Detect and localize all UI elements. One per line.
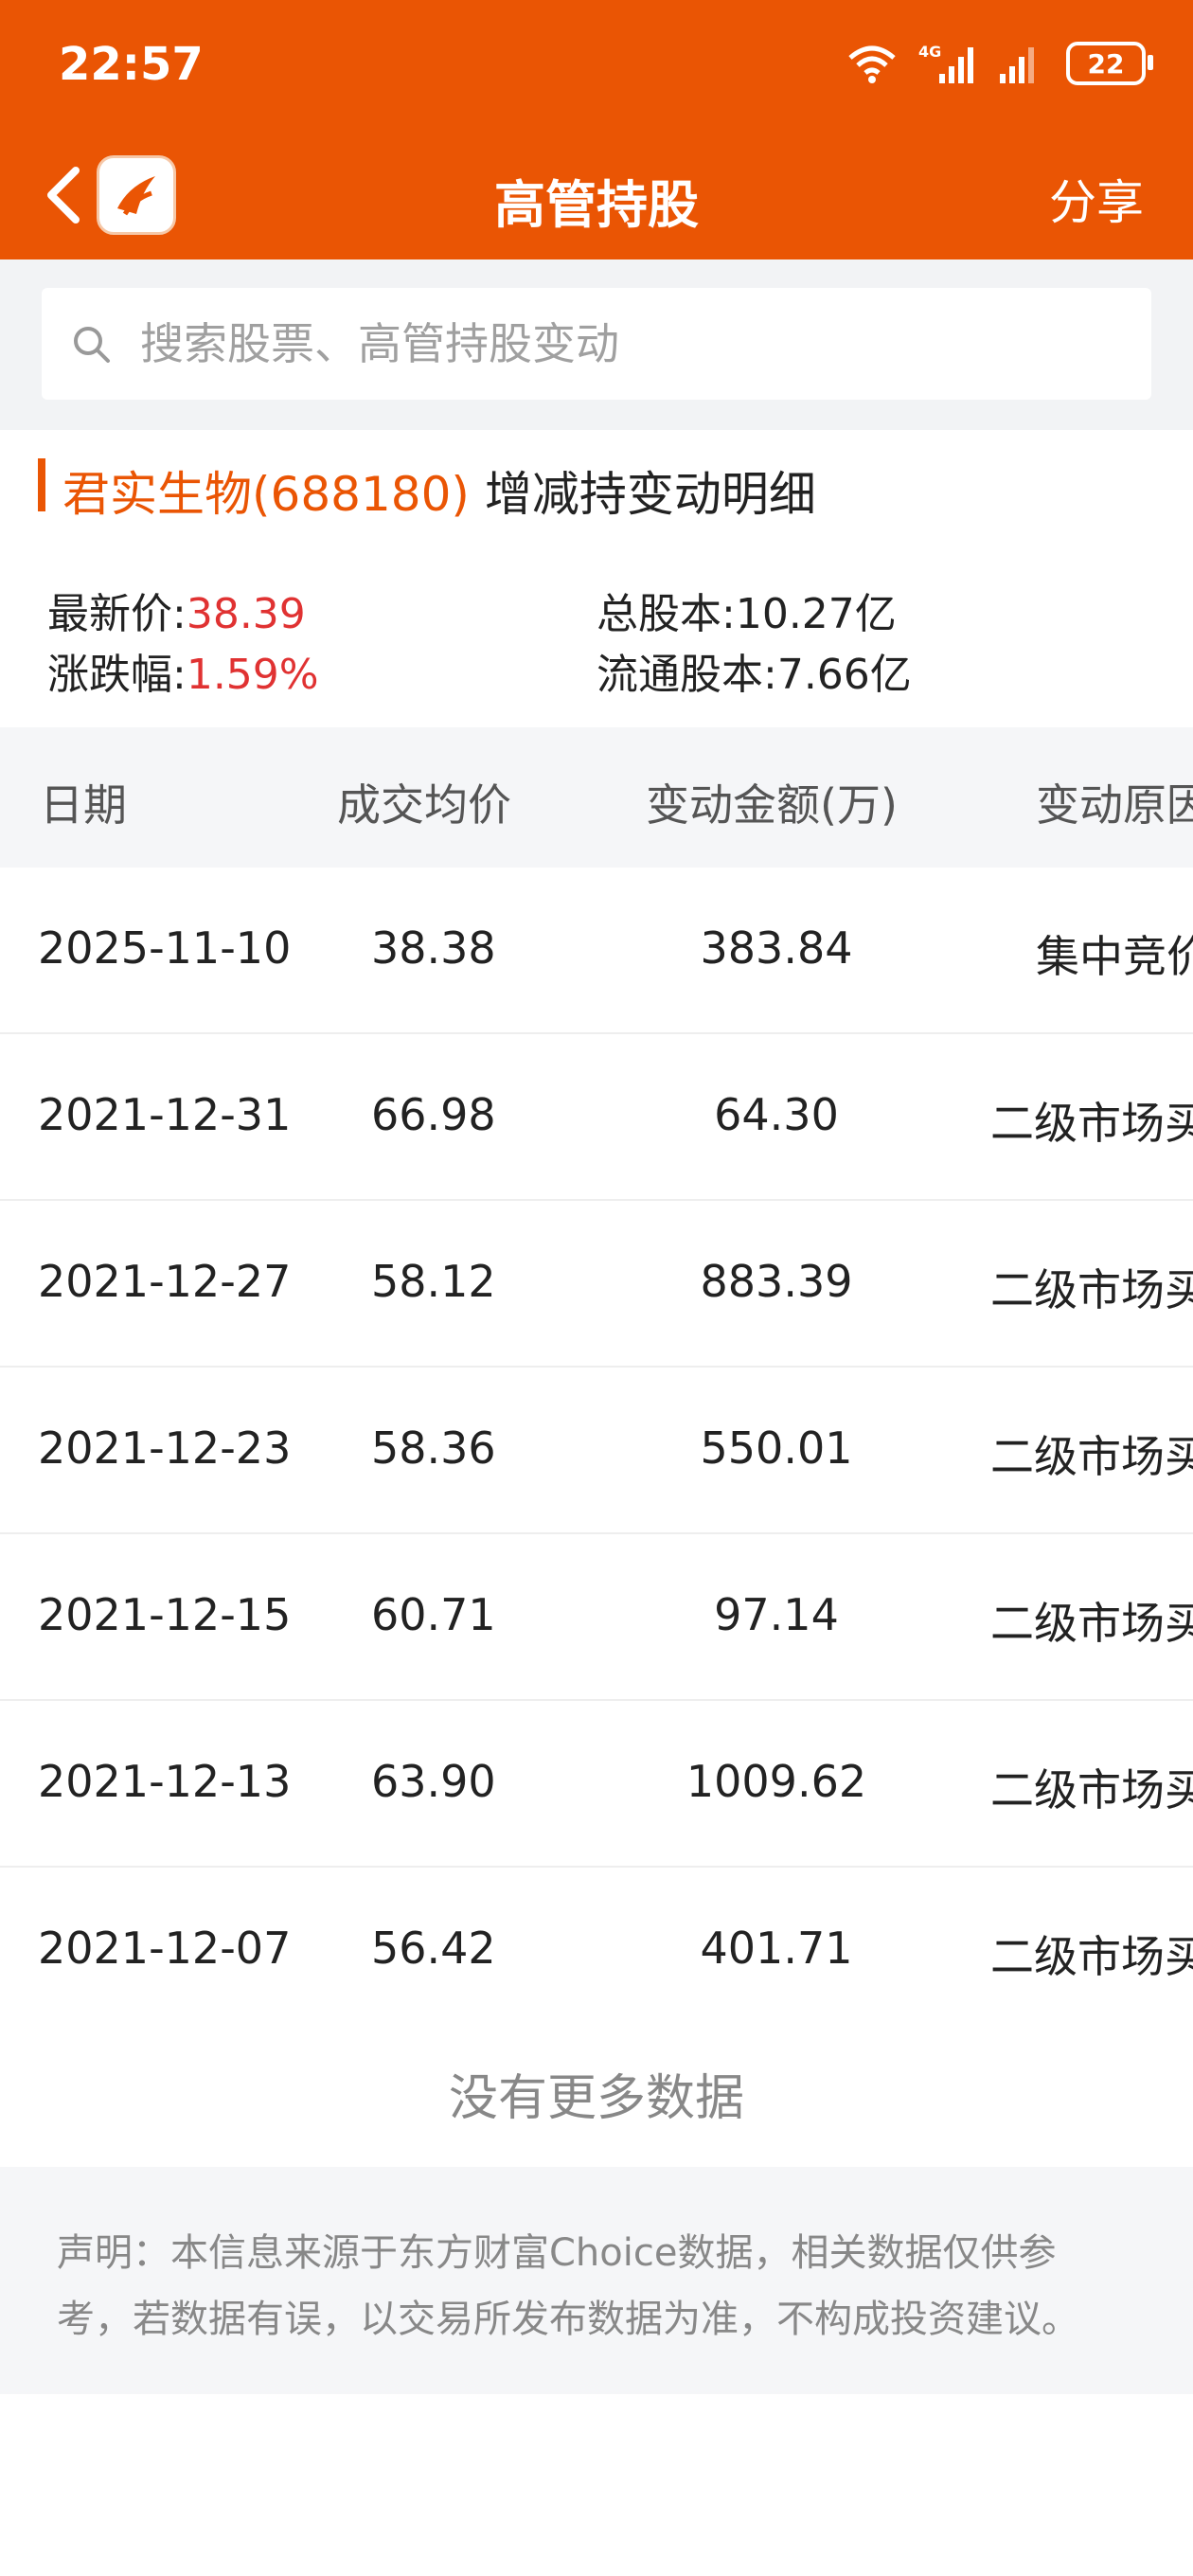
cell-reason: 二级市场买卖 xyxy=(990,1098,1193,1149)
cell-avg-price: 66.98 xyxy=(371,1089,496,1140)
cell-date: 2021-12-31 xyxy=(38,1089,292,1140)
table-row[interactable]: 2025-11-10 38.38 383.84 集中竞价 xyxy=(0,868,1193,1034)
total-shares-label: 总股本: xyxy=(596,590,736,638)
cell-date: 2021-12-13 xyxy=(38,1756,292,1807)
section-title-suffix: 增减持变动明细 xyxy=(484,467,816,522)
column-header-date[interactable]: 日期 xyxy=(40,771,127,833)
table-row[interactable]: 2021-12-13 63.90 1009.62 二级市场买卖 xyxy=(0,1701,1193,1868)
status-icons: 4G 22 xyxy=(846,42,1153,85)
cell-date: 2021-12-07 xyxy=(38,1923,292,1974)
cell-avg-price: 38.38 xyxy=(371,922,496,974)
no-more-data: 没有更多数据 xyxy=(0,2019,1193,2167)
cell-amount: 401.71 xyxy=(700,1923,853,1974)
page-title: 高管持股 xyxy=(494,175,699,235)
table-row[interactable]: 2021-12-07 56.42 401.71 二级市场买卖 xyxy=(0,1868,1193,2034)
cell-signal-icon xyxy=(1000,47,1034,83)
latest-price-row: 最新价:38.39 xyxy=(47,580,306,640)
float-shares-value: 7.66亿 xyxy=(776,651,912,699)
cell-date: 2021-12-23 xyxy=(38,1422,292,1474)
cell-reason: 二级市场买卖 xyxy=(990,1931,1193,1982)
search-icon xyxy=(74,327,110,363)
cell-reason: 集中竞价 xyxy=(1036,931,1193,982)
cell-signal-4g-icon: 4G xyxy=(918,43,973,83)
cell-avg-price: 58.36 xyxy=(371,1422,496,1474)
cell-amount: 883.39 xyxy=(700,1256,853,1307)
change-pct-label: 涨跌幅: xyxy=(47,651,187,699)
stock-name[interactable]: 君实生物(688180) xyxy=(62,467,470,522)
wifi-icon xyxy=(848,45,896,83)
cell-reason: 二级市场买卖 xyxy=(990,1764,1193,1816)
nav-bar: 高管持股 分享 xyxy=(0,133,1193,259)
bottom-blank xyxy=(0,2394,1193,2576)
disclaimer-text: 声明：本信息来源于东方财富Choice数据，相关数据仅供参考，若数据有误，以交易… xyxy=(57,2231,1079,2341)
svg-text:4G: 4G xyxy=(918,43,941,61)
table-row[interactable]: 2021-12-31 66.98 64.30 二级市场买卖 xyxy=(0,1034,1193,1201)
total-shares-value: 10.27亿 xyxy=(735,590,897,638)
table-row[interactable]: 2021-12-15 60.71 97.14 二级市场买卖 xyxy=(0,1534,1193,1701)
cell-date: 2021-12-27 xyxy=(38,1256,292,1307)
cell-amount: 97.14 xyxy=(714,1589,839,1640)
change-pct-value: 1.59% xyxy=(186,651,319,699)
cell-reason: 二级市场买卖 xyxy=(990,1431,1193,1482)
column-header-amount[interactable]: 变动金额(万) xyxy=(646,771,898,833)
column-header-avg-price[interactable]: 成交均价 xyxy=(337,771,511,833)
cell-avg-price: 60.71 xyxy=(371,1589,496,1640)
disclaimer-area: 声明：本信息来源于东方财富Choice数据，相关数据仅供参考，若数据有误，以交易… xyxy=(0,2167,1193,2394)
float-shares-label: 流通股本: xyxy=(596,651,777,699)
cell-reason: 二级市场买卖 xyxy=(990,1264,1193,1315)
cell-date: 2025-11-10 xyxy=(38,922,292,974)
eastmoney-logo-icon xyxy=(117,176,155,216)
cell-amount: 64.30 xyxy=(714,1089,839,1140)
change-pct-row: 涨跌幅:1.59% xyxy=(47,640,319,701)
section-title: 君实生物(688180) 增减持变动明细 xyxy=(62,456,816,525)
latest-price-label: 最新价: xyxy=(47,590,187,638)
table-header: 日期 成交均价 变动金额(万) 变动原因 xyxy=(0,727,1193,868)
cell-amount: 1009.62 xyxy=(686,1756,867,1807)
cell-date: 2021-12-15 xyxy=(38,1589,292,1640)
app-logo[interactable] xyxy=(97,155,176,235)
cell-reason: 二级市场买卖 xyxy=(990,1598,1193,1649)
column-header-reason[interactable]: 变动原因 xyxy=(1036,771,1193,833)
section-header: 君实生物(688180) 增减持变动明细 xyxy=(0,430,1193,544)
latest-price-value: 38.39 xyxy=(186,590,306,638)
accent-bar xyxy=(38,458,45,511)
search-area xyxy=(0,259,1193,430)
cell-amount: 383.84 xyxy=(700,922,853,974)
back-arrow-icon[interactable] xyxy=(36,161,89,229)
search-input[interactable] xyxy=(138,317,1127,370)
cell-avg-price: 58.12 xyxy=(371,1256,496,1307)
status-bar: 22:57 4G 22 xyxy=(0,0,1193,133)
status-time: 22:57 xyxy=(59,38,204,91)
search-box[interactable] xyxy=(42,288,1151,400)
cell-avg-price: 63.90 xyxy=(371,1756,496,1807)
battery-icon: 22 xyxy=(1066,42,1153,85)
table-row[interactable]: 2021-12-23 58.36 550.01 二级市场买卖 xyxy=(0,1368,1193,1534)
battery-level: 22 xyxy=(1087,47,1125,80)
cell-amount: 550.01 xyxy=(700,1422,853,1474)
stock-info: 最新价:38.39 涨跌幅:1.59% 总股本:10.27亿 流通股本:7.66… xyxy=(0,542,1193,727)
total-shares-row: 总股本:10.27亿 xyxy=(596,580,897,640)
share-button[interactable]: 分享 xyxy=(1049,165,1144,233)
holdings-table: 2025-11-10 38.38 383.84 集中竞价 2021-12-31 … xyxy=(0,868,1193,2034)
table-row[interactable]: 2021-12-27 58.12 883.39 二级市场买卖 xyxy=(0,1201,1193,1368)
float-shares-row: 流通股本:7.66亿 xyxy=(596,640,912,701)
cell-avg-price: 56.42 xyxy=(371,1923,496,1974)
